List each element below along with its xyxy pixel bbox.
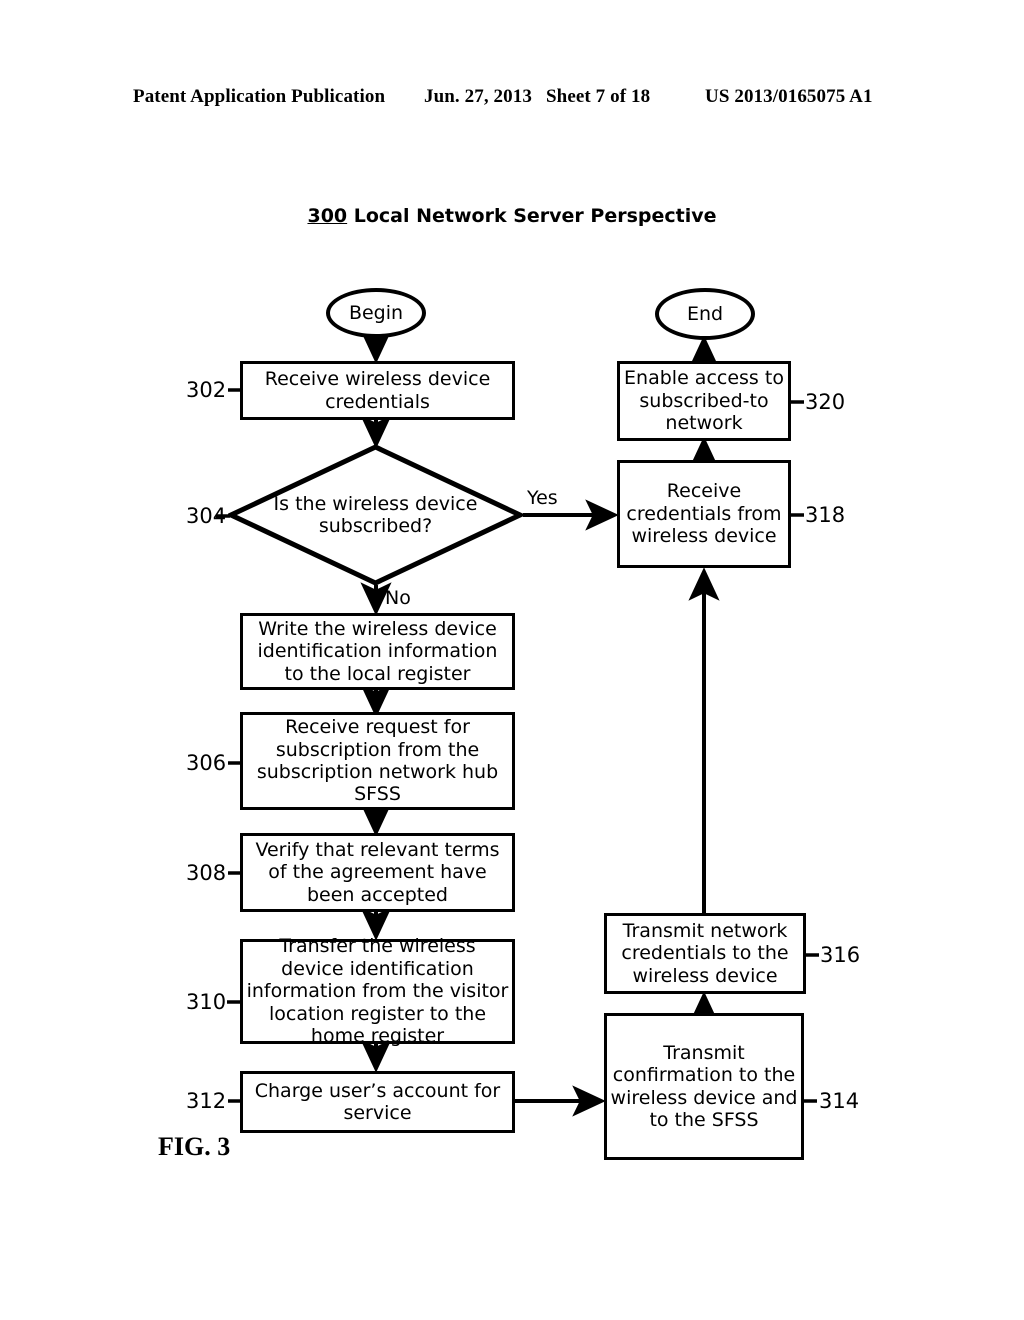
figure-title-reference: 300 <box>307 205 348 227</box>
node-304-label: Is the wireless device subscribed? <box>273 492 478 537</box>
node-312-label: Charge user’s account for service <box>254 1079 501 1124</box>
ref-num-302: 302 <box>186 378 227 402</box>
node-310-label: Transfer the wireless device identificat… <box>246 935 509 1048</box>
header-sheet: Sheet 7 of 18 <box>546 86 651 107</box>
node-318-receive-credentials[interactable]: Receive credentials from wireless device <box>617 460 791 568</box>
node-316-label: Transmit network credentials to the wire… <box>621 919 789 987</box>
node-312-charge-account[interactable]: Charge user’s account for service <box>240 1071 515 1133</box>
ref-num-312: 312 <box>186 1089 227 1113</box>
node-304-decision-subscribed[interactable]: Is the wireless device subscribed? <box>228 444 523 586</box>
node-314-label: Transmit confirmation to the wireless de… <box>610 1041 798 1131</box>
ref-num-304: 304 <box>186 504 227 528</box>
node-302-label: Receive wireless device credentials <box>264 368 491 413</box>
header-date: Jun. 27, 2013 <box>424 86 532 107</box>
node-begin-label: Begin <box>348 301 404 324</box>
ref-num-308: 308 <box>186 861 227 885</box>
figure-title: 300 Local Network Server Perspective <box>0 205 1024 227</box>
node-318-label: Receive credentials from wireless device <box>626 480 782 548</box>
node-write-identification-information[interactable]: Write the wireless device identification… <box>240 613 515 690</box>
ref-num-316: 316 <box>820 943 861 967</box>
node-320-label: Enable access to subscribed-to network <box>624 367 784 435</box>
ref-num-318: 318 <box>805 503 846 527</box>
node-316-transmit-network-credentials[interactable]: Transmit network credentials to the wire… <box>604 913 806 994</box>
node-320-enable-access[interactable]: Enable access to subscribed-to network <box>617 361 791 441</box>
ref-num-310: 310 <box>186 990 227 1014</box>
edge-label-yes: Yes <box>527 487 558 509</box>
ref-num-306: 306 <box>186 751 227 775</box>
node-end-label: End <box>686 302 724 325</box>
node-308-verify-terms[interactable]: Verify that relevant terms of the agreem… <box>240 833 515 912</box>
page-header: Patent Application Publication Jun. 27, … <box>0 86 1024 112</box>
node-306-label: Receive request for subscription from th… <box>256 716 499 806</box>
node-306-receive-subscription-request[interactable]: Receive request for subscription from th… <box>240 712 515 810</box>
node-308-label: Verify that relevant terms of the agreem… <box>255 838 500 906</box>
node-310-transfer-identification-information[interactable]: Transfer the wireless device identificat… <box>240 935 515 1047</box>
node-write-label: Write the wireless device identification… <box>257 617 498 685</box>
header-publication-number: US 2013/0165075 A1 <box>705 86 873 107</box>
figure-number: FIG. 3 <box>158 1132 231 1161</box>
edge-label-no: No <box>385 587 411 609</box>
node-end[interactable]: End <box>655 288 755 340</box>
node-302-receive-credentials[interactable]: Receive wireless device credentials <box>240 361 515 420</box>
node-314-transmit-confirmation[interactable]: Transmit confirmation to the wireless de… <box>604 1013 804 1160</box>
ref-num-314: 314 <box>819 1089 860 1113</box>
ref-num-320: 320 <box>805 390 846 414</box>
figure-title-text: Local Network Server Perspective <box>347 205 717 227</box>
header-publication-type: Patent Application Publication <box>133 86 386 107</box>
node-begin[interactable]: Begin <box>326 288 426 338</box>
